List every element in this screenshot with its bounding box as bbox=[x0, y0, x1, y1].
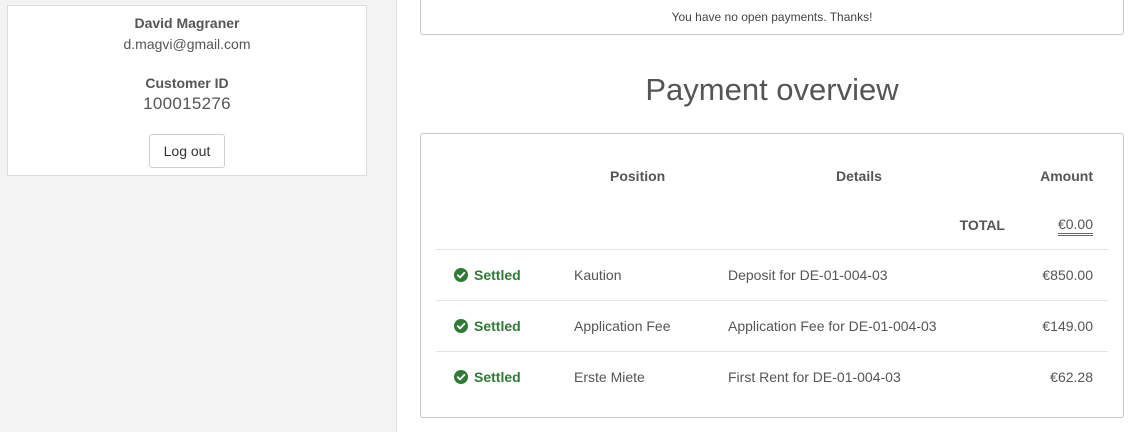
cell-position: Application Fee bbox=[574, 318, 671, 334]
cell-amount: €149.00 bbox=[1042, 318, 1093, 334]
status-badge: Settled bbox=[454, 369, 521, 385]
sidebar: David Magraner d.magvi@gmail.com Custome… bbox=[0, 0, 397, 432]
table-row: Settled Kaution Deposit for DE-01-004-03… bbox=[436, 249, 1108, 300]
table-row: Settled Erste Miete First Rent for DE-01… bbox=[436, 351, 1108, 402]
total-value: €0.00 bbox=[1057, 217, 1093, 236]
payment-rows: Settled Kaution Deposit for DE-01-004-03… bbox=[436, 249, 1108, 402]
status-text: Settled bbox=[474, 318, 521, 334]
check-circle-icon bbox=[454, 370, 468, 384]
profile-card: David Magraner d.magvi@gmail.com Custome… bbox=[7, 5, 367, 176]
table-row: Settled Application Fee Application Fee … bbox=[436, 300, 1108, 351]
customer-id-label: Customer ID bbox=[145, 75, 229, 91]
total-label: TOTAL bbox=[959, 217, 1005, 233]
payments-table: Position Details Amount TOTAL €0.00 Sett… bbox=[420, 133, 1124, 418]
check-circle-icon bbox=[454, 268, 468, 282]
profile-email: d.magvi@gmail.com bbox=[123, 36, 251, 52]
column-header-amount: Amount bbox=[1040, 168, 1093, 184]
cell-details: Deposit for DE-01-004-03 bbox=[728, 267, 888, 283]
cell-amount: €850.00 bbox=[1042, 267, 1093, 283]
cell-details: Application Fee for DE-01-004-03 bbox=[728, 318, 937, 334]
open-payments-notice: You have no open payments. Thanks! bbox=[420, 0, 1124, 35]
notice-text: You have no open payments. Thanks! bbox=[671, 10, 873, 24]
status-text: Settled bbox=[474, 267, 521, 283]
cell-position: Kaution bbox=[574, 267, 622, 283]
status-badge: Settled bbox=[454, 267, 521, 283]
status-badge: Settled bbox=[454, 318, 521, 334]
cell-position: Erste Miete bbox=[574, 369, 645, 385]
customer-id-value: 100015276 bbox=[143, 94, 231, 113]
column-header-details: Details bbox=[836, 168, 882, 184]
cell-amount: €62.28 bbox=[1050, 369, 1093, 385]
status-text: Settled bbox=[474, 369, 521, 385]
profile-name: David Magraner bbox=[134, 15, 240, 31]
check-circle-icon bbox=[454, 319, 468, 333]
logout-button[interactable]: Log out bbox=[149, 134, 225, 168]
column-header-position: Position bbox=[610, 168, 666, 184]
cell-details: First Rent for DE-01-004-03 bbox=[728, 369, 901, 385]
payment-overview-title: Payment overview bbox=[645, 72, 899, 107]
